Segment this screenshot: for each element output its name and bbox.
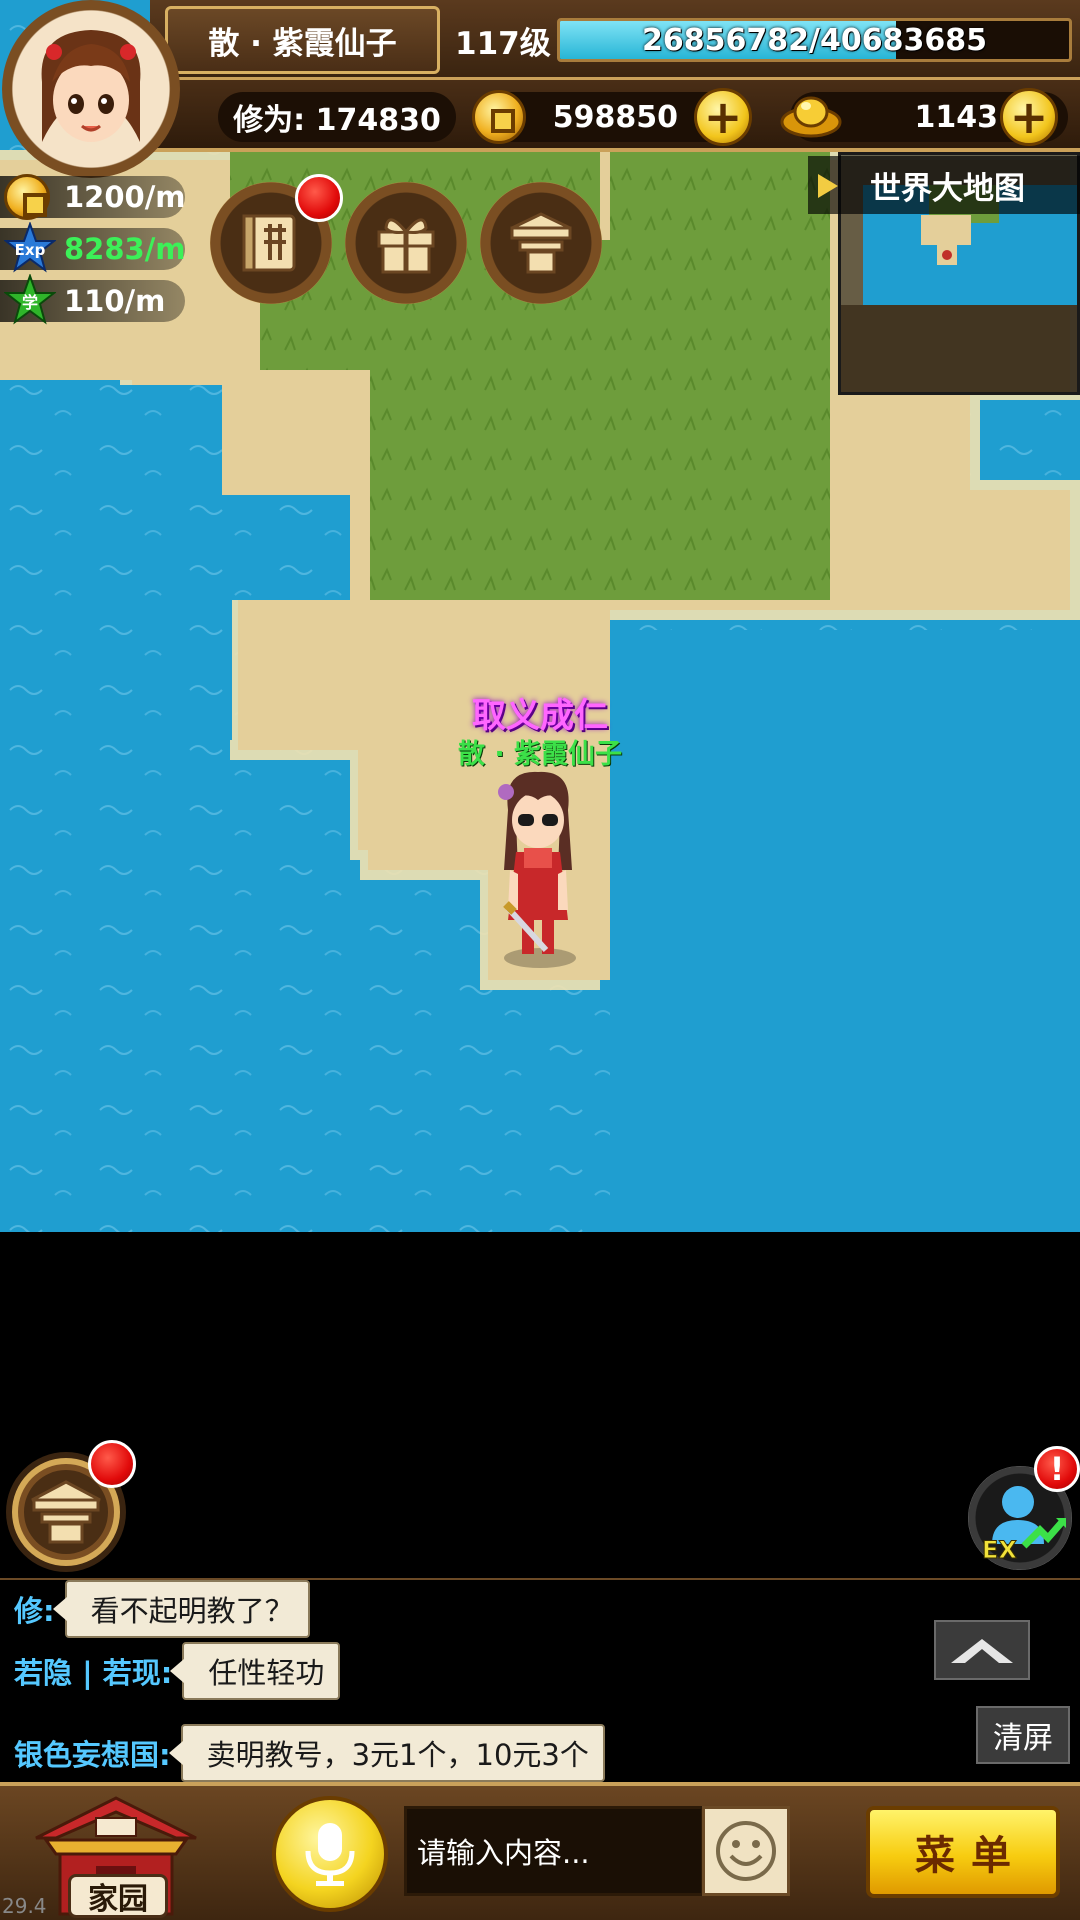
gold-amount: 1143	[914, 99, 999, 135]
gift-icon	[377, 218, 435, 274]
coin-icon	[4, 174, 50, 220]
shop-icon	[510, 212, 572, 274]
microphone-icon	[305, 1823, 355, 1886]
book-notification-dot	[295, 174, 343, 222]
study-rate: 学 110/m	[0, 274, 185, 325]
chat-message[interactable]: 若隐 | 若现: 任性轻功	[14, 1642, 341, 1700]
menu-button[interactable]: 菜单	[866, 1806, 1060, 1898]
exp-bar: 26856782/40683685	[557, 18, 1072, 62]
exp-rate: Exp 8283/m	[0, 222, 186, 273]
chat-bubble: 卖明教号，3元1个，10元3个	[168, 1724, 605, 1782]
voice-button[interactable]	[272, 1796, 388, 1912]
copper-amount: 598850	[552, 99, 678, 135]
minimap-expand-icon[interactable]	[818, 174, 838, 198]
shop-button[interactable]	[480, 182, 602, 304]
chat-sender[interactable]: 若隐 | 若现:	[14, 1650, 172, 1692]
chat-scroll-up-button[interactable]	[934, 1620, 1030, 1680]
player-name[interactable]: 散 · 紫霞仙子	[165, 6, 440, 74]
chat-panel[interactable]: 修: 看不起明教了？ 若隐 | 若现: 任性轻功 银色妄想国: 卖明教号，3元1…	[0, 1578, 1080, 1782]
player-character[interactable]	[488, 770, 588, 970]
gift-button[interactable]	[345, 182, 467, 304]
exp-rate-value: 8283/m	[64, 232, 186, 266]
exp-text: 26856782/40683685	[642, 22, 987, 58]
coin-rate-value: 1200/m	[64, 180, 186, 214]
chat-message[interactable]: 修: 看不起明教了？	[14, 1580, 310, 1638]
add-gold-button[interactable]: +	[1000, 88, 1058, 146]
chat-sender[interactable]: 银色妄想国:	[14, 1732, 171, 1774]
player-avatar[interactable]	[2, 0, 180, 178]
world-map-button[interactable]: 世界大地图	[808, 156, 1080, 214]
player-level: 117级	[455, 26, 551, 62]
exp-star-label: Exp	[15, 241, 46, 259]
homestead-label[interactable]: 家园	[68, 1874, 168, 1918]
ex-boost-label: EX	[982, 1536, 1017, 1564]
chat-bubble: 任性轻功	[170, 1642, 341, 1700]
coin-rate: 1200/m	[0, 174, 186, 220]
top-hud: 散 · 紫霞仙子 117级 26856782/40683685 修为: 1748…	[0, 0, 1080, 395]
chevron-up-icon	[951, 1639, 1013, 1663]
emoji-button[interactable]	[702, 1806, 790, 1896]
fps-counter: 29.4	[2, 1894, 47, 1918]
exp-star-icon: Exp	[4, 222, 56, 273]
chat-sender[interactable]: 修:	[14, 1588, 55, 1630]
smiley-icon	[716, 1821, 776, 1881]
gold-ingot-icon	[780, 96, 842, 138]
study-star-icon: 学	[4, 274, 56, 325]
avatar-portrait	[41, 30, 141, 142]
ex-alert-badge: !	[1034, 1446, 1080, 1492]
chat-input[interactable]: 请输入内容...	[404, 1806, 704, 1896]
cultivation-value: 修为: 174830	[218, 92, 456, 142]
character-title: 取义成仁	[472, 696, 608, 736]
add-copper-button[interactable]: +	[694, 88, 752, 146]
copper-coin-icon	[472, 90, 526, 144]
chat-message[interactable]: 银色妄想国: 卖明教号，3元1个，10元3个	[14, 1724, 605, 1782]
study-star-label: 学	[22, 293, 38, 312]
study-rate-value: 110/m	[64, 284, 166, 318]
character-name-label: 散 · 紫霞仙子	[457, 739, 623, 770]
chat-bubble: 看不起明教了？	[52, 1580, 310, 1638]
homestead-notification-dot	[88, 1440, 136, 1488]
book-icon	[242, 214, 296, 272]
clear-screen-button[interactable]: 清屏	[976, 1706, 1070, 1764]
